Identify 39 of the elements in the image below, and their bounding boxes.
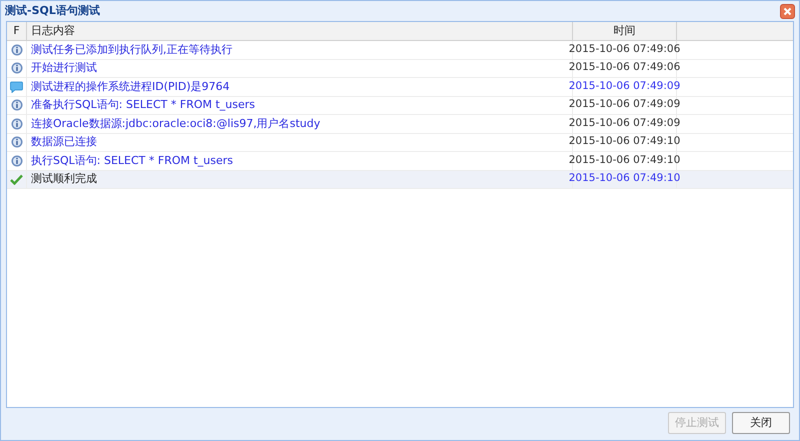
- info-icon: [10, 154, 22, 167]
- log-time: 2015-10-06 07:49:06: [568, 60, 680, 76]
- log-row[interactable]: 测试进程的操作系统进程ID(PID)是9764 2015-10-06 07:49:09: [7, 78, 793, 96]
- checkmark-icon: [10, 174, 23, 185]
- log-row[interactable]: 开始进行测试 2015-10-06 07:49:06: [7, 60, 793, 78]
- log-row[interactable]: 测试任务已添加到执行队列,正在等待执行 2015-10-06 07:49:06: [7, 41, 793, 60]
- log-message: 测试顺利完成: [30, 171, 97, 187]
- log-row[interactable]: 准备执行SQL语句: SELECT * FROM t_users 2015-10-06 07:49:09: [7, 96, 793, 115]
- log-row[interactable]: 执行SQL语句: SELECT * FROM t_users 2015-10-06 07:49:10: [7, 152, 793, 170]
- column-header[interactable]: F: [7, 22, 27, 40]
- log-time: 2015-10-06 07:49:09: [568, 116, 680, 131]
- log-message: 准备执行SQL语句: SELECT * FROM t_users: [30, 97, 256, 113]
- log-time: 2015-10-06 07:49:10: [568, 152, 680, 168]
- info-icon: [10, 99, 22, 112]
- close-icon: [783, 6, 792, 16]
- info-icon: [10, 62, 22, 74]
- log-message: 测试进程的操作系统进程ID(PID)是9764: [30, 78, 230, 94]
- log-time: 2015-10-06 07:49:06: [568, 42, 680, 57]
- log-row[interactable]: 连接Oracle数据源:jdbc:oracle:oci8:@lis97,用户名study 2015-10-06 07:49:09: [7, 115, 793, 134]
- log-message: 执行SQL语句: SELECT * FROM t_users: [30, 152, 234, 169]
- dialog-button[interactable]: 关闭: [732, 412, 790, 434]
- log-time: 2015-10-06 07:49:10: [568, 171, 680, 186]
- log-time: 2015-10-06 07:49:09: [568, 97, 680, 112]
- log-time: 2015-10-06 07:49:10: [568, 134, 680, 150]
- log-time: 2015-10-06 07:49:09: [568, 78, 680, 94]
- log-message: 开始进行测试: [30, 60, 97, 76]
- column-header[interactable]: 日志内容: [27, 22, 573, 40]
- info-icon: [10, 118, 22, 130]
- column-header[interactable]: 时间: [573, 22, 677, 40]
- log-message: 连接Oracle数据源:jdbc:oracle:oci8:@lis97,用户名study: [30, 116, 320, 132]
- log-row[interactable]: 数据源已连接 2015-10-06 07:49:10: [7, 134, 793, 152]
- log-row[interactable]: 测试顺利完成 2015-10-06 07:49:10: [7, 170, 793, 189]
- info-icon: [10, 136, 22, 148]
- info-icon: [10, 44, 22, 56]
- close-button[interactable]: [780, 4, 795, 18]
- speech-bubble-icon: [10, 80, 23, 93]
- log-message: 数据源已连接: [30, 134, 97, 150]
- window-title: 测试-SQL语句测试: [5, 2, 100, 19]
- log-message: 测试任务已添加到执行队列,正在等待执行: [30, 42, 232, 58]
